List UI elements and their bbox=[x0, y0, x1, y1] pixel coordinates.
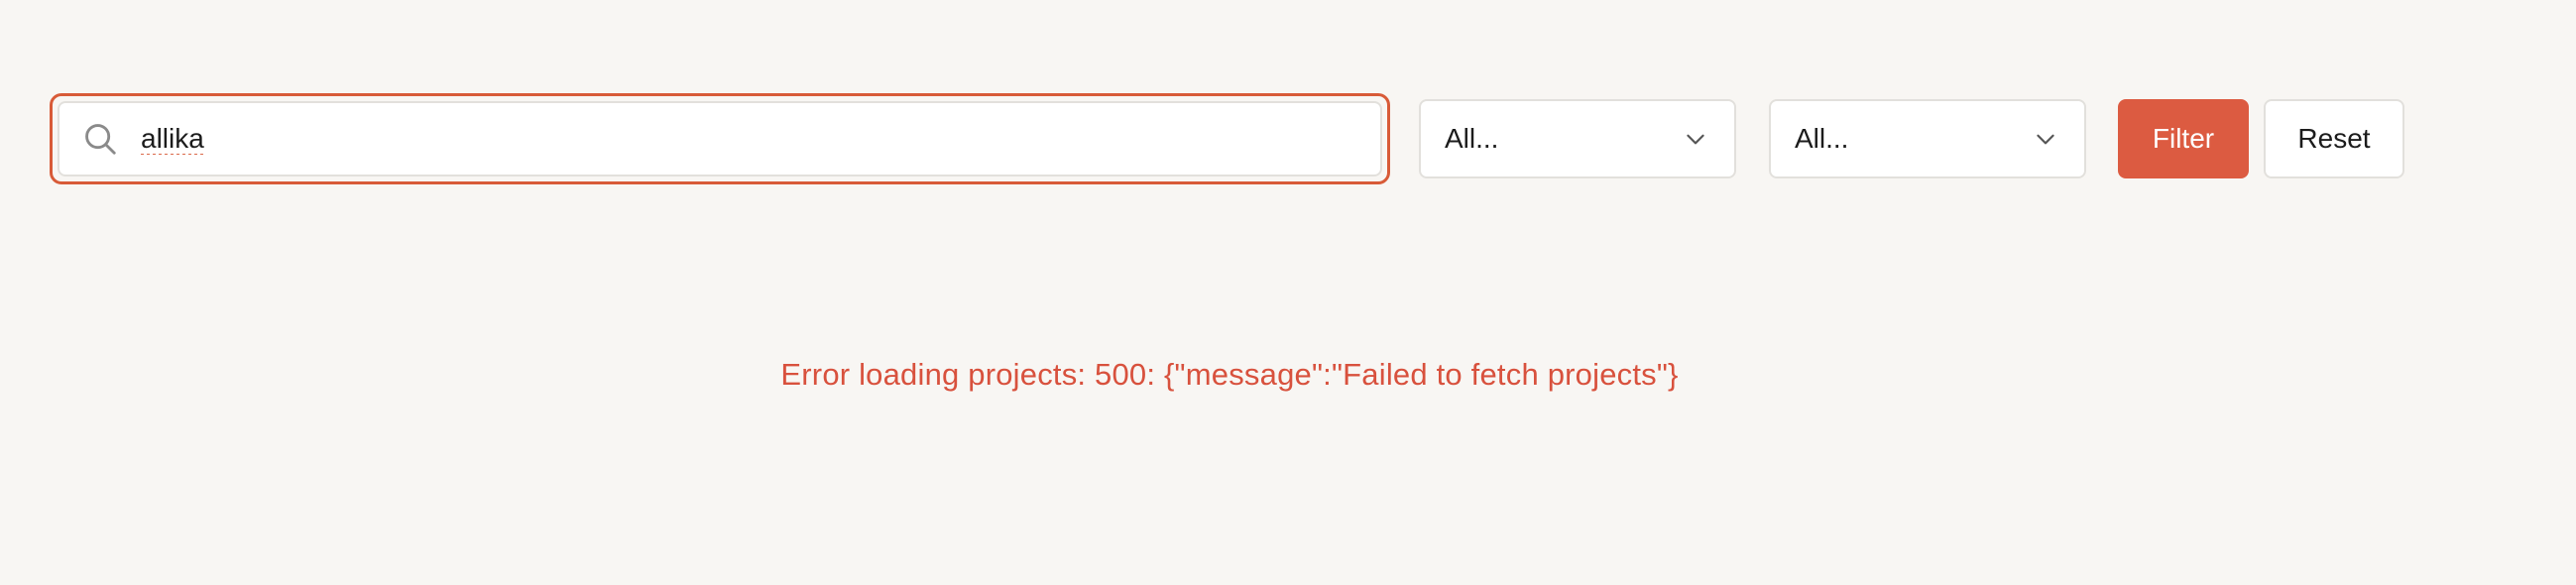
reset-button[interactable]: Reset bbox=[2264, 99, 2404, 178]
error-message: Error loading projects: 500: {"message":… bbox=[780, 357, 1679, 392]
filter-select-2-value: All... bbox=[1795, 123, 1849, 154]
search-field[interactable] bbox=[58, 101, 1382, 176]
chevron-down-icon bbox=[2037, 134, 2054, 145]
filter-select-1[interactable]: All... bbox=[1419, 99, 1736, 178]
search-field-focus-ring bbox=[50, 93, 1390, 184]
filter-bar: All... All... Filter Reset bbox=[50, 93, 2441, 184]
chevron-down-icon bbox=[1687, 134, 1704, 145]
search-input[interactable] bbox=[141, 103, 1331, 175]
filter-select-2[interactable]: All... bbox=[1769, 99, 2086, 178]
filter-select-1-value: All... bbox=[1445, 123, 1499, 154]
filter-button[interactable]: Filter bbox=[2118, 99, 2249, 178]
search-icon bbox=[85, 124, 116, 155]
